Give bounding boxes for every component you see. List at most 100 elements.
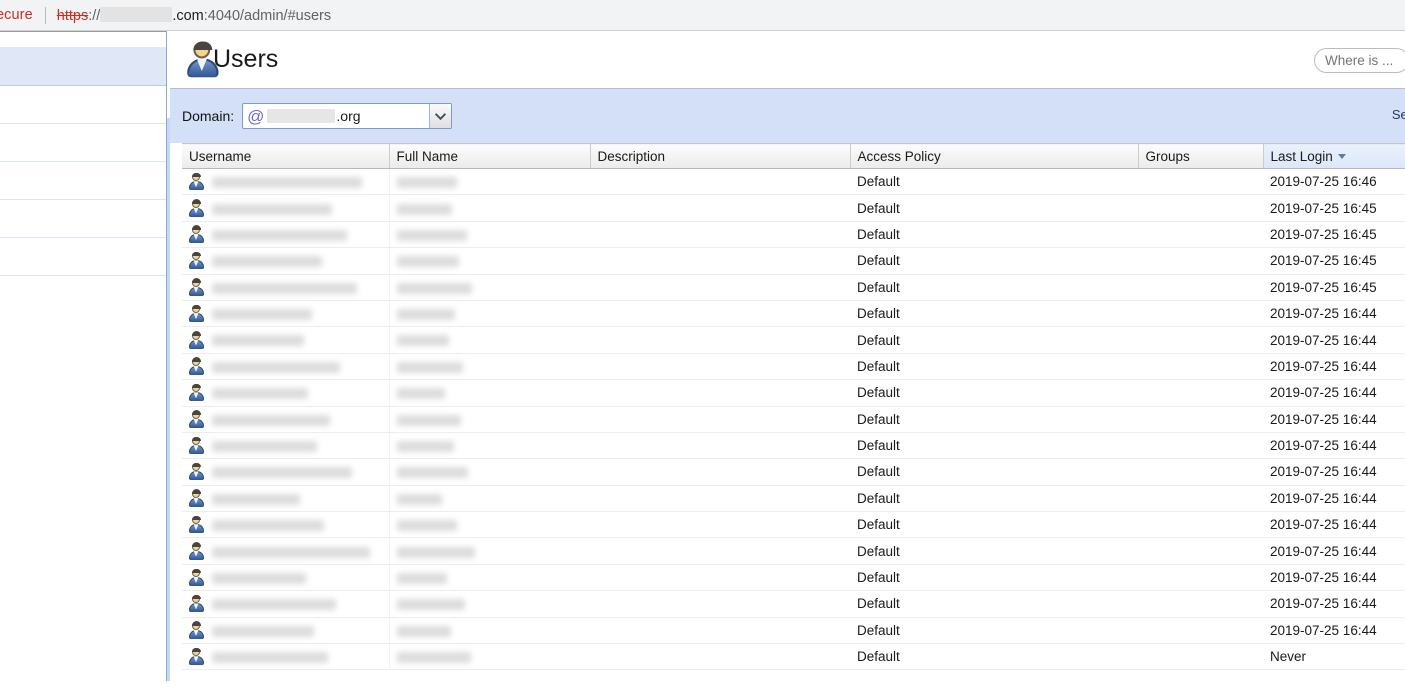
table-row[interactable]: Default 2019-07-25 16:45 <box>182 221 1405 249</box>
cell-fullname[interactable] <box>389 643 590 671</box>
cell-access-policy[interactable]: Default <box>850 194 1138 222</box>
cell-access-policy[interactable]: Default <box>850 379 1138 407</box>
cell-groups[interactable] <box>1138 485 1263 513</box>
cell-access-policy[interactable]: Default <box>850 168 1138 196</box>
cell-access-policy[interactable]: Default <box>850 458 1138 486</box>
cell-fullname[interactable] <box>389 274 590 301</box>
cell-description[interactable] <box>590 643 850 671</box>
cell-last-login[interactable]: 2019-07-25 16:44 <box>1263 458 1405 486</box>
cell-username[interactable] <box>182 590 390 618</box>
cell-groups[interactable] <box>1138 537 1263 565</box>
cell-access-policy[interactable]: Default <box>850 485 1138 513</box>
sidebar-item-4[interactable] <box>0 162 166 200</box>
cell-access-policy[interactable]: Default <box>850 326 1138 354</box>
cell-fullname[interactable] <box>389 300 590 328</box>
cell-description[interactable] <box>590 194 850 222</box>
domain-select[interactable]: @ .org <box>242 103 453 129</box>
table-row[interactable]: Default 2019-07-25 16:45 <box>182 247 1405 275</box>
cell-access-policy[interactable]: Default <box>850 247 1138 275</box>
cell-description[interactable] <box>590 458 850 486</box>
cell-fullname[interactable] <box>389 247 590 275</box>
table-row[interactable]: Default 2019-07-25 16:44 <box>182 432 1405 460</box>
cell-username[interactable] <box>182 300 390 328</box>
cell-last-login[interactable]: 2019-07-25 16:44 <box>1263 590 1405 618</box>
cell-groups[interactable] <box>1138 432 1263 460</box>
cell-username[interactable] <box>182 274 390 301</box>
cell-access-policy[interactable]: Default <box>850 406 1138 433</box>
cell-username[interactable] <box>182 432 390 460</box>
cell-last-login[interactable]: 2019-07-25 16:44 <box>1263 379 1405 407</box>
cell-fullname[interactable] <box>389 537 590 565</box>
cell-username[interactable] <box>182 353 390 381</box>
cell-last-login[interactable]: 2019-07-25 16:45 <box>1263 194 1405 222</box>
cell-groups[interactable] <box>1138 564 1263 592</box>
cell-access-policy[interactable]: Default <box>850 300 1138 328</box>
cell-groups[interactable] <box>1138 247 1263 275</box>
cell-description[interactable] <box>590 353 850 381</box>
cell-last-login[interactable]: 2019-07-25 16:45 <box>1263 221 1405 249</box>
cell-groups[interactable] <box>1138 168 1263 196</box>
sidebar-nav[interactable] <box>0 31 167 681</box>
table-row[interactable]: Default 2019-07-25 16:44 <box>182 485 1405 513</box>
cell-fullname[interactable] <box>389 353 590 381</box>
cell-access-policy[interactable]: Default <box>850 432 1138 460</box>
column-header-fullname[interactable]: Full Name <box>389 143 591 169</box>
cell-groups[interactable] <box>1138 379 1263 407</box>
cell-fullname[interactable] <box>389 458 590 486</box>
cell-description[interactable] <box>590 564 850 592</box>
cell-username[interactable] <box>182 617 390 645</box>
cell-last-login[interactable]: 2019-07-25 16:44 <box>1263 617 1405 645</box>
cell-username[interactable] <box>182 458 390 486</box>
table-row[interactable]: Default 2019-07-25 16:44 <box>182 511 1405 539</box>
cell-fullname[interactable] <box>389 194 590 222</box>
table-row[interactable]: Default 2019-07-25 16:44 <box>182 564 1405 592</box>
table-row[interactable]: Default 2019-07-25 16:45 <box>182 274 1405 301</box>
cell-groups[interactable] <box>1138 643 1263 671</box>
cell-fullname[interactable] <box>389 221 590 249</box>
cell-access-policy[interactable]: Default <box>850 643 1138 671</box>
sidebar-item-0[interactable] <box>0 31 166 47</box>
table-row[interactable]: Default Never <box>182 643 1405 671</box>
table-row[interactable]: Default 2019-07-25 16:44 <box>182 300 1405 328</box>
column-header-policy[interactable]: Access Policy <box>850 143 1139 169</box>
table-row[interactable]: Default 2019-07-25 16:44 <box>182 353 1405 381</box>
chevron-down-icon[interactable] <box>429 104 452 128</box>
cell-description[interactable] <box>590 168 850 196</box>
column-header-lastlogin[interactable]: Last Login <box>1263 143 1405 169</box>
toolbar-search-label[interactable]: Sea <box>1392 107 1405 122</box>
cell-last-login[interactable]: 2019-07-25 16:45 <box>1263 274 1405 301</box>
table-row[interactable]: Default 2019-07-25 16:44 <box>182 458 1405 486</box>
cell-groups[interactable] <box>1138 511 1263 539</box>
cell-access-policy[interactable]: Default <box>850 511 1138 539</box>
cell-access-policy[interactable]: Default <box>850 564 1138 592</box>
table-row[interactable]: Default 2019-07-25 16:44 <box>182 590 1405 618</box>
column-header-groups[interactable]: Groups <box>1138 143 1264 169</box>
table-row[interactable]: Default 2019-07-25 16:44 <box>182 379 1405 407</box>
table-row[interactable]: Default 2019-07-25 16:44 <box>182 326 1405 354</box>
cell-fullname[interactable] <box>389 326 590 354</box>
table-row[interactable]: Default 2019-07-25 16:45 <box>182 194 1405 222</box>
cell-groups[interactable] <box>1138 274 1263 301</box>
cell-groups[interactable] <box>1138 590 1263 618</box>
cell-username[interactable] <box>182 194 390 222</box>
cell-last-login[interactable]: 2019-07-25 16:44 <box>1263 537 1405 565</box>
sidebar-item-6[interactable] <box>0 238 166 276</box>
cell-last-login[interactable]: 2019-07-25 16:44 <box>1263 511 1405 539</box>
cell-username[interactable] <box>182 406 390 433</box>
cell-last-login[interactable]: 2019-07-25 16:44 <box>1263 353 1405 381</box>
cell-fullname[interactable] <box>389 406 590 433</box>
cell-description[interactable] <box>590 432 850 460</box>
cell-fullname[interactable] <box>389 564 590 592</box>
cell-fullname[interactable] <box>389 168 590 196</box>
sidebar-item-5[interactable] <box>0 200 166 238</box>
cell-description[interactable] <box>590 511 850 539</box>
cell-fullname[interactable] <box>389 432 590 460</box>
cell-last-login[interactable]: 2019-07-25 16:44 <box>1263 564 1405 592</box>
table-row[interactable]: Default 2019-07-25 16:46 <box>182 168 1405 196</box>
cell-description[interactable] <box>590 326 850 354</box>
cell-username[interactable] <box>182 168 390 196</box>
cell-description[interactable] <box>590 221 850 249</box>
cell-fullname[interactable] <box>389 485 590 513</box>
cell-last-login[interactable]: 2019-07-25 16:44 <box>1263 300 1405 328</box>
cell-last-login[interactable]: 2019-07-25 16:46 <box>1263 168 1405 196</box>
